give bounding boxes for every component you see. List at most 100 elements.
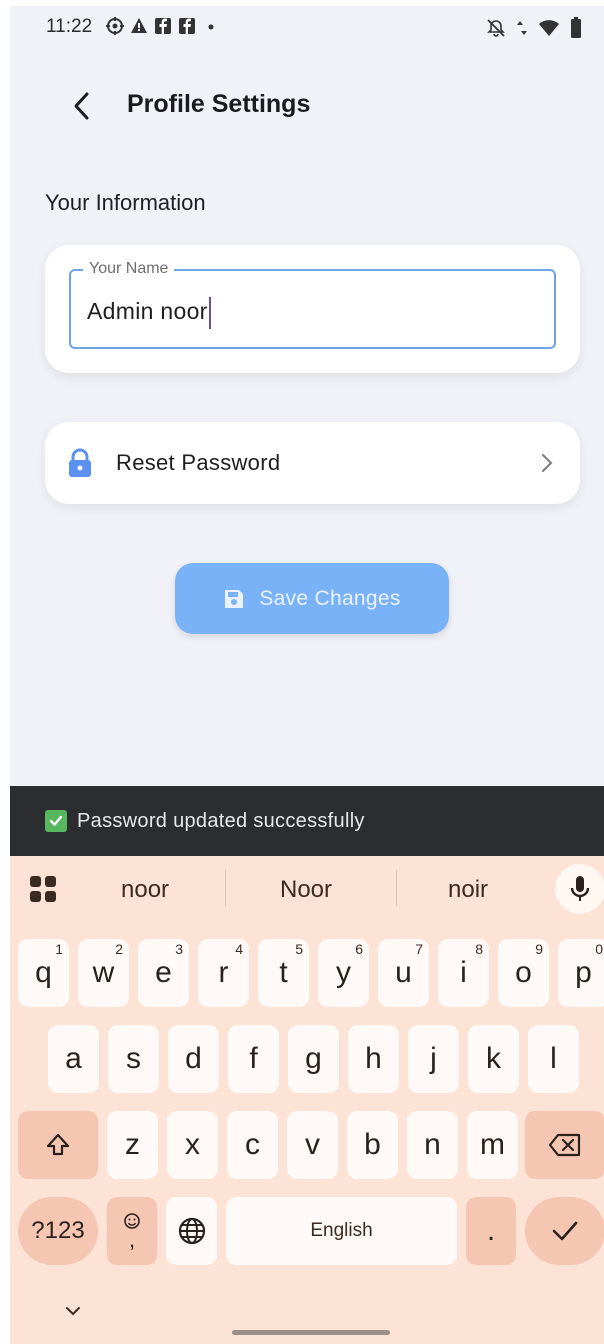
key-t[interactable]: t5 — [258, 939, 309, 1007]
key-a[interactable]: a — [48, 1025, 99, 1093]
key-e[interactable]: e3 — [138, 939, 189, 1007]
key-label: o — [515, 956, 532, 989]
check-box-icon — [45, 810, 67, 832]
key-hint: 1 — [55, 941, 63, 957]
key-label: r — [218, 956, 229, 989]
facebook-icon — [179, 18, 195, 34]
key-r[interactable]: r4 — [198, 939, 249, 1007]
enter-key[interactable] — [525, 1197, 604, 1265]
key-h[interactable]: h — [348, 1025, 399, 1093]
key-f[interactable]: f — [228, 1025, 279, 1093]
name-input-label: Your Name — [83, 260, 175, 278]
settings-gear-icon — [106, 17, 124, 35]
key-hint: 2 — [115, 941, 123, 957]
section-title: Your Information — [45, 190, 206, 215]
language-key[interactable] — [166, 1197, 217, 1265]
apps-grid-icon[interactable] — [28, 874, 58, 904]
app-screen: 11:22 Profile Settings Your Information … — [10, 6, 604, 1344]
save-changes-label: Save Changes — [259, 586, 401, 610]
globe-icon — [178, 1217, 205, 1245]
period-key[interactable]: . — [466, 1197, 516, 1265]
checkmark-icon — [552, 1221, 578, 1241]
key-hint: 5 — [295, 941, 303, 957]
key-b[interactable]: b — [347, 1111, 398, 1179]
home-indicator[interactable] — [232, 1330, 390, 1335]
suggestion-2[interactable]: Noor — [280, 876, 332, 904]
name-input-value[interactable]: Admin noor — [87, 297, 211, 329]
key-z[interactable]: z — [107, 1111, 158, 1179]
page-title: Profile Settings — [127, 90, 311, 118]
lock-icon — [69, 448, 91, 477]
key-label: w — [92, 956, 115, 989]
battery-icon — [571, 17, 581, 38]
status-system-icons — [486, 17, 582, 39]
key-label: y — [336, 956, 351, 989]
key-label: u — [395, 956, 412, 989]
symbols-key[interactable]: ?123 — [18, 1197, 98, 1265]
status-time: 11:22 — [46, 16, 93, 37]
key-y[interactable]: y6 — [318, 939, 369, 1007]
save-icon — [225, 589, 244, 608]
alert-triangle-icon — [131, 18, 147, 33]
key-hint: 3 — [175, 941, 183, 957]
suggestion-1[interactable]: noor — [121, 876, 169, 904]
microphone-icon — [570, 876, 590, 901]
space-key[interactable]: English — [226, 1197, 457, 1265]
voice-input-button[interactable] — [555, 864, 604, 914]
name-input-text: Admin noor — [87, 298, 208, 325]
suggestion-divider — [225, 870, 226, 906]
reset-password-item[interactable]: Reset Password — [45, 422, 580, 504]
reset-password-label: Reset Password — [116, 450, 281, 475]
key-label: e — [155, 956, 172, 989]
shift-key[interactable] — [18, 1111, 98, 1179]
key-l[interactable]: l — [528, 1025, 579, 1093]
wifi-icon — [539, 20, 559, 36]
notifications-off-icon — [487, 19, 505, 37]
key-x[interactable]: x — [167, 1111, 218, 1179]
text-caret — [208, 297, 211, 329]
snackbar: Password updated successfully — [10, 786, 604, 856]
status-notification-icons — [106, 17, 220, 35]
key-g[interactable]: g — [288, 1025, 339, 1093]
data-arrows-icon — [517, 21, 527, 35]
backspace-key[interactable] — [525, 1111, 604, 1179]
key-w[interactable]: w2 — [78, 939, 129, 1007]
key-hint: 4 — [235, 941, 243, 957]
key-u[interactable]: u7 — [378, 939, 429, 1007]
comma-label: , — [128, 1227, 136, 1252]
key-hint: 9 — [535, 941, 543, 957]
key-p[interactable]: p0 — [558, 939, 604, 1007]
key-label: t — [279, 956, 288, 989]
keyboard-hide-chevron-icon[interactable] — [62, 1304, 84, 1318]
shift-icon — [46, 1133, 70, 1156]
save-changes-button[interactable]: Save Changes — [175, 563, 449, 634]
key-i[interactable]: i8 — [438, 939, 489, 1007]
facebook-icon — [155, 18, 171, 34]
name-card: Your Name Admin noor — [45, 245, 580, 373]
key-hint: 7 — [415, 941, 423, 957]
key-d[interactable]: d — [168, 1025, 219, 1093]
suggestion-strip: noor Noor noir — [10, 856, 604, 924]
key-hint: 6 — [355, 941, 363, 957]
key-label: p — [575, 956, 592, 989]
snackbar-message: Password updated successfully — [77, 810, 365, 832]
key-o[interactable]: o9 — [498, 939, 549, 1007]
key-j[interactable]: j — [408, 1025, 459, 1093]
key-k[interactable]: k — [468, 1025, 519, 1093]
back-button[interactable] — [62, 86, 102, 126]
suggestion-divider — [396, 870, 397, 906]
key-c[interactable]: c — [227, 1111, 278, 1179]
name-input[interactable]: Your Name Admin noor — [69, 260, 556, 349]
key-q[interactable]: q1 — [18, 939, 69, 1007]
dot-icon — [208, 24, 214, 30]
soft-keyboard: noor Noor noir q1w2e3r4t5y6u7i8o9p0 asdf… — [10, 856, 604, 1344]
emoji-comma-key[interactable]: , — [107, 1197, 157, 1265]
key-n[interactable]: n — [407, 1111, 458, 1179]
suggestion-3[interactable]: noir — [448, 876, 488, 904]
backspace-icon — [548, 1133, 581, 1157]
status-bar: 11:22 — [10, 6, 604, 50]
key-v[interactable]: v — [287, 1111, 338, 1179]
app-bar: Profile Settings — [10, 76, 604, 136]
key-m[interactable]: m — [467, 1111, 518, 1179]
key-s[interactable]: s — [108, 1025, 159, 1093]
